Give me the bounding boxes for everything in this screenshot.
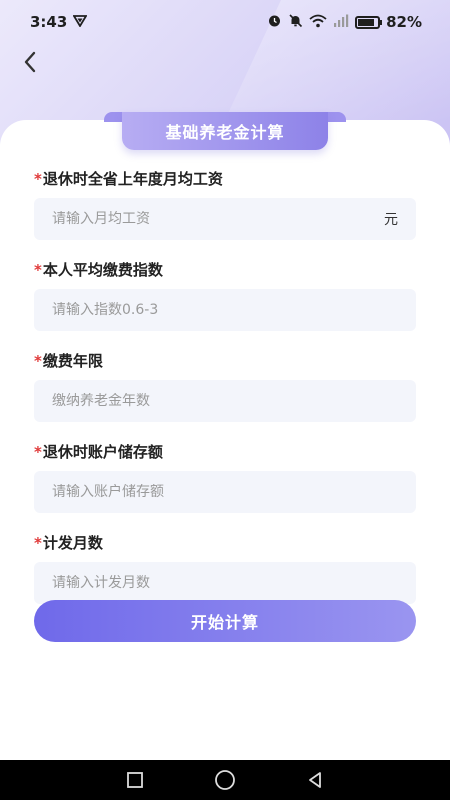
contribution-years-input[interactable] xyxy=(52,393,398,409)
field-label: * 缴费年限 xyxy=(34,350,416,372)
back-triangle-icon xyxy=(309,772,321,788)
field-label-text: 计发月数 xyxy=(42,534,103,552)
home-button[interactable] xyxy=(205,760,245,800)
required-mark: * xyxy=(34,352,42,370)
field-label-text: 退休时全省上年度月均工资 xyxy=(42,170,223,188)
field-account-balance: * 退休时账户储存额 xyxy=(34,441,416,513)
back-button[interactable] xyxy=(16,48,44,76)
field-label: * 退休时账户储存额 xyxy=(34,441,416,463)
contribution-years-input-box[interactable] xyxy=(34,380,416,422)
required-mark: * xyxy=(34,261,42,279)
field-label: * 计发月数 xyxy=(34,532,416,554)
status-left: 3:43 xyxy=(30,13,88,31)
recents-square-icon xyxy=(127,772,143,788)
field-label-text: 缴费年限 xyxy=(42,352,103,370)
status-bar: 3:43 82% xyxy=(0,0,450,44)
recents-button[interactable] xyxy=(115,760,155,800)
required-mark: * xyxy=(34,170,42,188)
payout-months-input[interactable] xyxy=(52,575,398,591)
field-contribution-years: * 缴费年限 xyxy=(34,350,416,422)
payout-months-input-box[interactable] xyxy=(34,562,416,604)
field-payout-months: * 计发月数 xyxy=(34,532,416,604)
contribution-index-input-box[interactable] xyxy=(34,289,416,331)
title-tab-ear-right xyxy=(326,112,346,122)
home-circle-icon xyxy=(215,770,235,790)
field-label: * 本人平均缴费指数 xyxy=(34,259,416,281)
account-balance-input[interactable] xyxy=(52,484,398,500)
required-mark: * xyxy=(34,534,42,552)
field-average-monthly-wage: * 退休时全省上年度月均工资 元 xyxy=(34,168,416,240)
battery-percent: 82% xyxy=(386,13,422,31)
title-tab-ear-left xyxy=(104,112,124,122)
mute-icon xyxy=(288,13,303,31)
account-balance-input-box[interactable] xyxy=(34,471,416,513)
alarm-icon xyxy=(267,13,282,31)
status-right: 82% xyxy=(267,13,422,31)
signal-icon xyxy=(333,14,349,31)
back-nav-button[interactable] xyxy=(295,760,335,800)
field-label: * 退休时全省上年度月均工资 xyxy=(34,168,416,190)
contribution-index-input[interactable] xyxy=(52,302,398,318)
page-title: 基础养老金计算 xyxy=(122,112,328,150)
required-mark: * xyxy=(34,443,42,461)
average-wage-input[interactable] xyxy=(52,211,384,227)
start-calculation-button[interactable]: 开始计算 xyxy=(34,600,416,642)
unit-label: 元 xyxy=(384,212,398,228)
average-wage-input-box[interactable]: 元 xyxy=(34,198,416,240)
system-nav-bar xyxy=(0,760,450,800)
calculation-form: * 退休时全省上年度月均工资 元 * 本人平均缴费指数 * 缴费年限 * 退休时… xyxy=(34,168,416,623)
wifi-icon xyxy=(309,14,327,31)
battery-icon xyxy=(355,15,383,29)
status-time: 3:43 xyxy=(30,13,68,31)
field-label-text: 退休时账户储存额 xyxy=(42,443,163,461)
field-label-text: 本人平均缴费指数 xyxy=(42,261,163,279)
vpn-icon xyxy=(72,14,88,30)
back-arrow-icon xyxy=(24,51,36,73)
field-contribution-index: * 本人平均缴费指数 xyxy=(34,259,416,331)
